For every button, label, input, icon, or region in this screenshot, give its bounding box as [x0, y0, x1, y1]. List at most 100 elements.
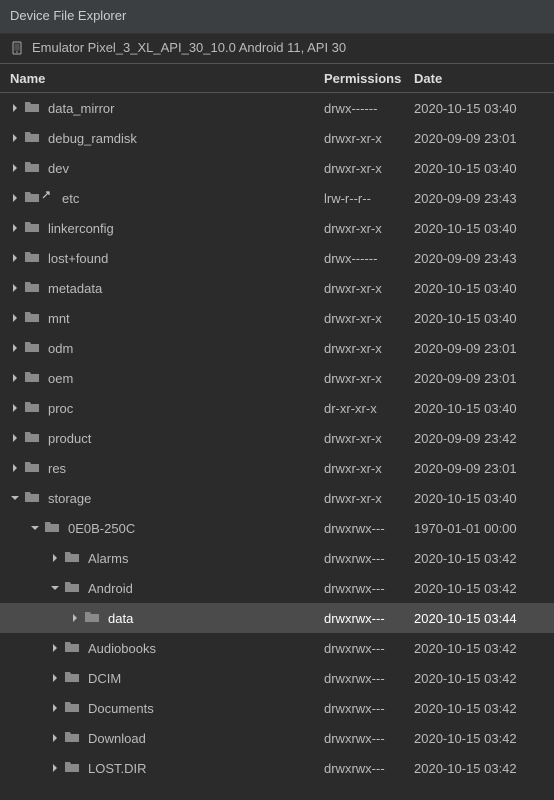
- table-row[interactable]: lost+founddrwx------2020-09-09 23:43: [0, 243, 554, 273]
- date-cell: 2020-09-09 23:01: [414, 131, 544, 146]
- table-row[interactable]: storagedrwxr-xr-x2020-10-15 03:40: [0, 483, 554, 513]
- table-row[interactable]: oemdrwxr-xr-x2020-09-09 23:01: [0, 363, 554, 393]
- table-row[interactable]: Alarmsdrwxrwx---2020-10-15 03:42: [0, 543, 554, 573]
- table-row[interactable]: data_mirrordrwx------2020-10-15 03:40: [0, 93, 554, 123]
- permissions-cell: drwxr-xr-x: [324, 281, 414, 296]
- chevron-right-icon[interactable]: [10, 253, 20, 263]
- permissions-cell: drwxr-xr-x: [324, 341, 414, 356]
- table-row[interactable]: LOST.DIRdrwxrwx---2020-10-15 03:42: [0, 753, 554, 783]
- chevron-right-icon[interactable]: [10, 163, 20, 173]
- folder-icon: [24, 220, 44, 237]
- chevron-down-icon[interactable]: [30, 523, 40, 533]
- date-cell: 2020-09-09 23:01: [414, 461, 544, 476]
- date-cell: 2020-10-15 03:42: [414, 761, 544, 776]
- table-row[interactable]: etclrw-r--r--2020-09-09 23:43: [0, 183, 554, 213]
- chevron-right-icon[interactable]: [10, 463, 20, 473]
- chevron-right-icon[interactable]: [10, 343, 20, 353]
- table-row[interactable]: procdr-xr-xr-x2020-10-15 03:40: [0, 393, 554, 423]
- chevron-right-icon[interactable]: [50, 673, 60, 683]
- table-row[interactable]: metadata drwxr-xr-x2020-10-15 03:40: [0, 273, 554, 303]
- symlink-icon: [48, 191, 58, 206]
- chevron-right-icon[interactable]: [10, 193, 20, 203]
- file-name: linkerconfig: [48, 221, 114, 236]
- chevron-right-icon[interactable]: [10, 283, 20, 293]
- chevron-right-icon[interactable]: [10, 313, 20, 323]
- folder-icon: [24, 190, 44, 207]
- name-cell: product: [10, 430, 324, 447]
- chevron-right-icon[interactable]: [10, 133, 20, 143]
- name-cell: res: [10, 460, 324, 477]
- file-name: debug_ramdisk: [48, 131, 137, 146]
- table-row[interactable]: odm drwxr-xr-x2020-09-09 23:01: [0, 333, 554, 363]
- table-row[interactable]: resdrwxr-xr-x2020-09-09 23:01: [0, 453, 554, 483]
- file-name: metadata: [48, 281, 102, 296]
- folder-icon: [64, 640, 84, 657]
- permissions-cell: drwxr-xr-x: [324, 371, 414, 386]
- date-cell: 2020-10-15 03:40: [414, 221, 544, 236]
- name-cell: proc: [10, 400, 324, 417]
- table-row[interactable]: devdrwxr-xr-x2020-10-15 03:40: [0, 153, 554, 183]
- table-row[interactable]: debug_ramdiskdrwxr-xr-x2020-09-09 23:01: [0, 123, 554, 153]
- date-cell: 2020-09-09 23:01: [414, 341, 544, 356]
- file-name: odm: [48, 341, 73, 356]
- column-header-name[interactable]: Name: [10, 71, 324, 86]
- chevron-right-icon[interactable]: [10, 433, 20, 443]
- permissions-cell: dr-xr-xr-x: [324, 401, 414, 416]
- table-row[interactable]: Androiddrwxrwx---2020-10-15 03:42: [0, 573, 554, 603]
- name-cell: Documents: [10, 700, 324, 717]
- chevron-right-icon[interactable]: [10, 223, 20, 233]
- name-cell: data_mirror: [10, 100, 324, 117]
- date-cell: 2020-10-15 03:40: [414, 281, 544, 296]
- name-cell: mnt: [10, 310, 324, 327]
- folder-icon: [24, 460, 44, 477]
- column-header-permissions[interactable]: Permissions: [324, 71, 414, 86]
- table-row[interactable]: datadrwxrwx---2020-10-15 03:44: [0, 603, 554, 633]
- folder-icon: [64, 670, 84, 687]
- date-cell: 2020-10-15 03:40: [414, 101, 544, 116]
- table-row[interactable]: Downloaddrwxrwx---2020-10-15 03:42: [0, 723, 554, 753]
- date-cell: 2020-10-15 03:42: [414, 641, 544, 656]
- date-cell: 2020-10-15 03:42: [414, 731, 544, 746]
- table-row[interactable]: 0E0B-250Cdrwxrwx---1970-01-01 00:00: [0, 513, 554, 543]
- file-name: product: [48, 431, 91, 446]
- permissions-cell: drwxr-xr-x: [324, 161, 414, 176]
- file-name: LOST.DIR: [88, 761, 147, 776]
- chevron-right-icon[interactable]: [70, 613, 80, 623]
- date-cell: 2020-10-15 03:40: [414, 491, 544, 506]
- chevron-right-icon[interactable]: [50, 703, 60, 713]
- name-cell: debug_ramdisk: [10, 130, 324, 147]
- table-row[interactable]: productdrwxr-xr-x2020-09-09 23:42: [0, 423, 554, 453]
- chevron-down-icon[interactable]: [10, 493, 20, 503]
- table-row[interactable]: linkerconfigdrwxr-xr-x2020-10-15 03:40: [0, 213, 554, 243]
- permissions-cell: drwxrwx---: [324, 521, 414, 536]
- table-row[interactable]: Documentsdrwxrwx---2020-10-15 03:42: [0, 693, 554, 723]
- folder-icon: [24, 490, 44, 507]
- chevron-right-icon[interactable]: [50, 763, 60, 773]
- permissions-cell: drwxrwx---: [324, 731, 414, 746]
- name-cell: linkerconfig: [10, 220, 324, 237]
- folder-icon: [24, 100, 44, 117]
- chevron-right-icon[interactable]: [50, 733, 60, 743]
- table-row[interactable]: DCIMdrwxrwx---2020-10-15 03:42: [0, 663, 554, 693]
- date-cell: 2020-09-09 23:01: [414, 371, 544, 386]
- permissions-cell: drwxr-xr-x: [324, 311, 414, 326]
- chevron-right-icon[interactable]: [10, 403, 20, 413]
- file-name: res: [48, 461, 66, 476]
- date-cell: 2020-10-15 03:42: [414, 671, 544, 686]
- table-row[interactable]: mntdrwxr-xr-x2020-10-15 03:40: [0, 303, 554, 333]
- folder-icon: [24, 250, 44, 267]
- chevron-right-icon[interactable]: [50, 553, 60, 563]
- name-cell: storage: [10, 490, 324, 507]
- device-selector[interactable]: Emulator Pixel_3_XL_API_30_10.0 Android …: [0, 34, 554, 63]
- chevron-down-icon[interactable]: [50, 583, 60, 593]
- table-row[interactable]: Audiobooksdrwxrwx---2020-10-15 03:42: [0, 633, 554, 663]
- chevron-right-icon[interactable]: [50, 643, 60, 653]
- permissions-cell: lrw-r--r--: [324, 191, 414, 206]
- date-cell: 2020-09-09 23:43: [414, 191, 544, 206]
- folder-icon: [24, 280, 44, 297]
- name-cell: LOST.DIR: [10, 760, 324, 777]
- chevron-right-icon[interactable]: [10, 103, 20, 113]
- column-header-date[interactable]: Date: [414, 71, 544, 86]
- date-cell: 1970-01-01 00:00: [414, 521, 544, 536]
- chevron-right-icon[interactable]: [10, 373, 20, 383]
